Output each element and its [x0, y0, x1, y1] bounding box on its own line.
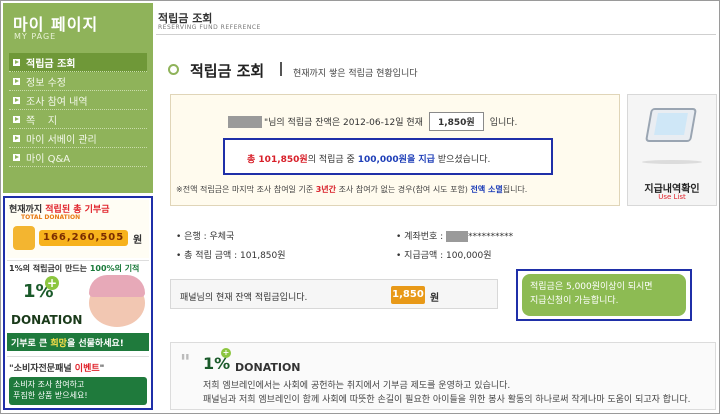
sidebar-item-edit-info[interactable]: 정보 수정 [9, 72, 147, 91]
bar-post: 을 선물하세요! [66, 339, 124, 349]
arrow-bullet-icon [13, 77, 20, 85]
title-post: " [99, 364, 105, 374]
tablet-shadow [642, 160, 702, 164]
current-balance-text: 패널님의 현재 잔액 적립금입니다. [180, 293, 308, 303]
header-divider [156, 34, 716, 35]
page-title: 적립금 조회 [190, 62, 265, 80]
balance-line: "님의 적립금 잔액은 2012-06-12일 현재 1,850원 입니다. [228, 112, 517, 131]
header-subtitle: RESERVING FUND REFERENCE [158, 24, 261, 31]
account-info: • 계좌번호 : ********** [396, 229, 513, 242]
tablet-screen [654, 113, 688, 135]
donation-ad-title: 1%의 적립금이 만드는 100%의 기적 [9, 263, 139, 274]
bank-info: • 은행 : 우체국 [176, 232, 235, 242]
sidebar: 마이 페이지 MY PAGE 적립금 조회 정보 수정 조사 참여 내역 쪽 지… [3, 3, 153, 193]
received-amount: 100,000원 [357, 155, 407, 165]
total-amount: 101,850원 [258, 155, 308, 165]
donation-ad-bar: 기부로 큰 희망을 선물하세요! [7, 333, 149, 351]
sidebar-item-label: 쪽 지 [26, 115, 58, 127]
title-pre: "소비자전문패널 [9, 364, 75, 374]
balance-mid: "님의 적립금 잔액은 2012-06-12일 현재 [264, 118, 423, 128]
arrow-bullet-icon [13, 96, 20, 104]
expiry-note: ※전액 적립금은 마지막 조사 참여일 기준 3년간 조사 참여가 없는 경우(… [176, 184, 527, 195]
bar-pre: 기부로 큰 [11, 339, 51, 349]
sidebar-item-label: 마이 서베이 관리 [26, 134, 97, 146]
banner-column: 현재까지 적립된 총 기부금 TOTAL DONATION 166,260,50… [3, 196, 153, 410]
plus-icon: + [45, 276, 59, 290]
circle-bullet-icon [168, 64, 179, 75]
arrow-bullet-icon [13, 58, 20, 66]
bar-yellow: 희망 [50, 339, 67, 349]
plus-icon: + [221, 348, 231, 358]
donation-line-1: 저희 엠브레인에서는 사회에 공헌하는 취지에서 기부금 제도를 운영하고 있습… [203, 381, 511, 391]
sidebar-item-survey-history[interactable]: 조사 참여 내역 [9, 91, 147, 110]
total-mid: 의 적립금 중 [307, 155, 358, 165]
baby-hat [89, 275, 145, 297]
donation-total-subtitle: TOTAL DONATION [21, 214, 81, 221]
quote-icon: " [180, 350, 191, 374]
account-label: • 계좌번호 : [396, 232, 444, 242]
paid-info: • 지급금액 : 100,000원 [396, 251, 492, 261]
sidebar-item-my-qna[interactable]: 마이 Q&A [9, 148, 147, 167]
donation-line-2: 패널님과 저희 엠브레인이 함께 사회에 따뜻한 손길이 필요한 아이들을 위한… [203, 395, 691, 405]
payment-history-subtitle: Use List [658, 193, 686, 201]
sidebar-item-fund-inquiry[interactable]: 적립금 조회 [9, 53, 147, 72]
donation-total-banner[interactable]: 현재까지 적립된 총 기부금 TOTAL DONATION 166,260,50… [7, 200, 149, 258]
sidebar-item-messages[interactable]: 쪽 지 [9, 110, 147, 129]
total-pre: 총 [247, 155, 259, 165]
donation-total-unit: 원 [133, 235, 143, 246]
masked-username [228, 115, 262, 128]
account-mask: ********** [468, 232, 514, 242]
note-mid: 조사 참여가 없는 경우(참여 시도 포함) [336, 185, 471, 194]
event-line-1: 소비자 조사 참여하고 [13, 380, 85, 389]
donation-total-amount: 166,260,505 [39, 230, 129, 246]
donation-word: DONATION [11, 313, 83, 327]
sidebar-item-label: 정보 수정 [26, 77, 66, 89]
total-emph: 을 지급 [406, 155, 435, 165]
note-navy: 전액 소멸 [470, 185, 503, 194]
event-title: "소비자전문패널 이벤트" [9, 361, 104, 374]
sidebar-item-label: 마이 Q&A [26, 153, 71, 165]
balance-value: 1,850원 [428, 112, 484, 131]
sidebar-item-label: 적립금 조회 [26, 58, 76, 70]
sidebar-menu: 적립금 조회 정보 수정 조사 참여 내역 쪽 지 마이 서베이 관리 마이 Q… [9, 53, 147, 167]
total-info: • 총 적립 금액 : 101,850원 [176, 251, 286, 261]
title-red: 이벤트 [74, 364, 100, 374]
arrow-bullet-icon [13, 153, 20, 161]
page-description: 현재까지 쌓은 적립금 현황입니다 [293, 69, 418, 79]
title-separator [280, 62, 282, 76]
withdraw-notice-line-1: 적립금은 5,000원이상이 되시면 [530, 282, 653, 292]
total-line: 총 101,850원의 적립금 중 100,000원을 지급 받으셨습니다. [247, 152, 490, 165]
arrow-bullet-icon [13, 115, 20, 123]
note-red: 3년간 [315, 185, 337, 194]
withdraw-notice-line-2: 지급신청이 가능합니다. [530, 296, 619, 306]
title-green: 100%의 기적 [89, 264, 140, 273]
title-pre: 1%의 적립금이 만드는 [9, 264, 90, 273]
note-post: 됩니다. [502, 185, 528, 194]
event-banner[interactable]: "소비자전문패널 이벤트" 소비자 조사 참여하고 푸짐한 상품 받으세요! [7, 356, 149, 406]
current-balance-unit: 원 [430, 293, 440, 304]
arrow-bullet-icon [13, 134, 20, 142]
balance-suffix: 입니다. [489, 118, 518, 128]
piggy-bank-icon [13, 226, 35, 250]
masked-account [446, 231, 469, 242]
note-pre: ※전액 적립금은 마지막 조사 참여일 기준 [176, 185, 316, 194]
event-line-2: 푸짐한 상품 받으세요! [13, 391, 88, 400]
donation-ad-banner[interactable]: 1%의 적립금이 만드는 100%의 기적 1% + DONATION 기부로 … [7, 260, 149, 351]
donation-word: DONATION [235, 361, 301, 374]
current-balance-amount: 1,850 [391, 286, 425, 304]
total-post: 받으셨습니다. [434, 155, 491, 165]
sidebar-item-label: 조사 참여 내역 [26, 96, 88, 108]
sidebar-item-my-survey[interactable]: 마이 서베이 관리 [9, 129, 147, 148]
sidebar-subtitle: MY PAGE [14, 32, 57, 41]
